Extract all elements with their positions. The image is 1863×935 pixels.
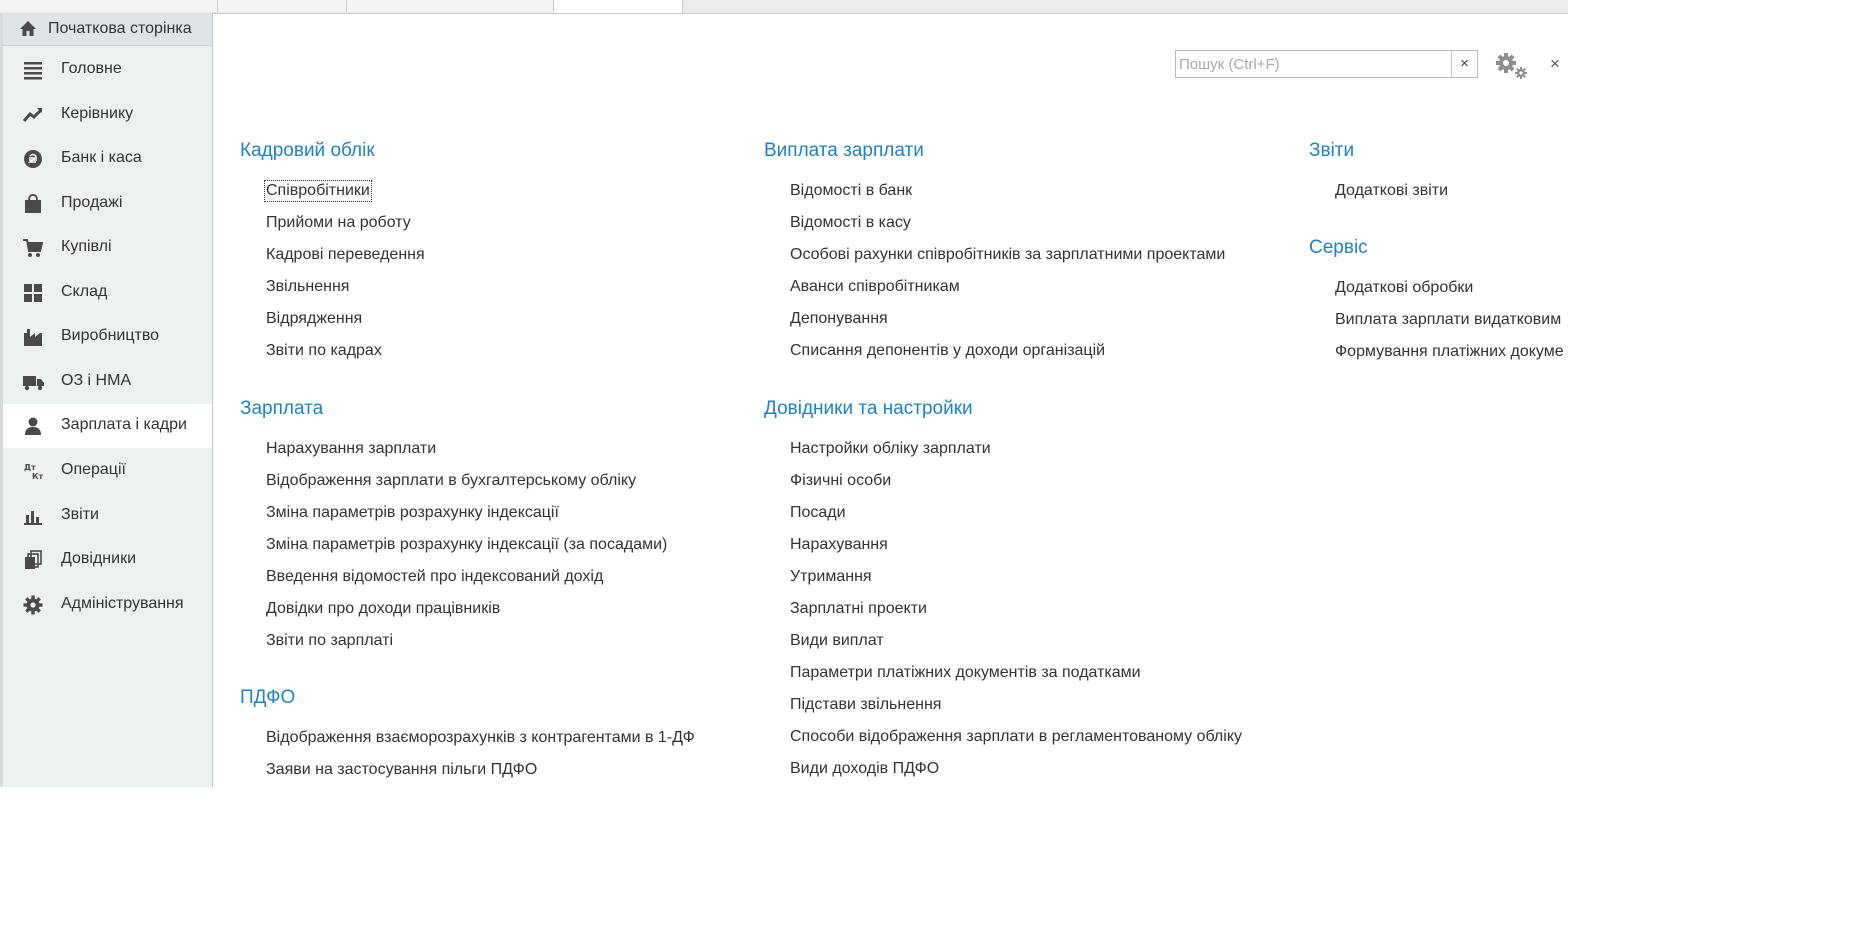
sidebar-item-main[interactable]: Головне [3,48,212,92]
trend-chart-icon [22,105,43,125]
link-payment-docs-generation[interactable]: Формування платіжних докуме [1335,343,1564,361]
sidebar-item-label: Виробництво [61,327,160,344]
sidebar-item-label: Продажі [61,194,123,211]
link-indexation-params[interactable]: Зміна параметрів розрахунку індексації [266,504,559,522]
factory-icon [23,327,43,347]
sidebar-item-label: Звіти [61,506,99,523]
shopping-cart-icon [23,238,44,258]
svg-text:Дт: Дт [24,463,36,472]
sidebar-item-bank[interactable]: Банк і каса [3,137,212,181]
books-icon [23,550,43,570]
shopping-bag-icon [23,194,43,214]
home-icon [19,20,37,38]
sidebar-item-salary-hr[interactable]: Зарплата і кадри [3,404,212,448]
open-tab-2[interactable] [218,0,347,12]
open-tab-1[interactable] [0,0,218,12]
sidebar-item-label: ОЗ і НМА [61,372,132,389]
debit-credit-icon: Дт Кт [23,461,44,481]
link-salary-reports[interactable]: Звіти по зарплаті [266,632,393,650]
warehouse-grid-icon [23,283,43,303]
sidebar-item-label: Операції [61,461,126,478]
link-income-certificates[interactable]: Довідки про доходи працівників [266,600,500,618]
link-personnel-reports[interactable]: Звіти по кадрах [266,342,382,360]
sidebar-item-label: Адміністрування [61,595,184,612]
sidebar-item-warehouse[interactable]: Склад [3,271,212,315]
link-employees[interactable]: Співробітники [264,180,372,202]
menu-lines-icon [23,60,43,80]
section-title-payout: Виплата зарплати [764,140,924,161]
sidebar-item-operations[interactable]: Дт Кт Операції [3,449,212,493]
link-cash-statements[interactable]: Відомості в касу [790,214,911,232]
section-title-personnel: Кадровий облік [240,140,375,161]
settings-gear-icon[interactable] [1494,51,1530,81]
sidebar-item-purchases[interactable]: Купівлі [3,226,212,270]
link-accruals[interactable]: Нарахування [790,536,888,554]
sidebar-item-administration[interactable]: Адміністрування [3,583,212,627]
link-advances[interactable]: Аванси співробітникам [790,278,960,296]
link-deposition[interactable]: Депонування [790,310,888,328]
open-tab-4[interactable] [554,0,683,13]
link-salary-accounting[interactable]: Відображення зарплати в бухгалтерському … [266,472,636,490]
sidebar-item-label: Купівлі [61,238,112,255]
link-personal-accounts[interactable]: Особові рахунки співробітників за зарпла… [790,246,1225,264]
link-indexation-params-positions[interactable]: Зміна параметрів розрахунку індексації (… [266,536,667,554]
link-additional-reports[interactable]: Додаткові звіти [1335,182,1448,200]
sidebar-item-home-label: Початкова сторінка [48,20,192,37]
sidebar-item-reports[interactable]: Звіти [3,494,212,538]
sidebar-item-label: Склад [61,283,108,300]
link-bank-statements[interactable]: Відомості в банк [790,182,912,200]
sidebar-item-label: Довідники [61,550,137,567]
sidebar-item-fixed-assets[interactable]: ОЗ і НМА [3,360,212,404]
link-pdfo-benefit-claims[interactable]: Заяви на застосування пільги ПДФО [266,761,537,779]
link-pdfo-income-types[interactable]: Види доходів ПДФО [790,760,939,778]
bar-chart-icon [23,506,43,526]
link-dismissals[interactable]: Звільнення [266,278,349,296]
link-salary-accrual[interactable]: Нарахування зарплати [266,440,436,458]
person-icon [23,416,43,436]
link-payment-types[interactable]: Види виплат [790,632,884,650]
sidebar-item-production[interactable]: Виробництво [3,315,212,359]
open-tab-3[interactable] [347,0,554,12]
link-individuals[interactable]: Фізичні особи [790,472,891,490]
link-additional-processing[interactable]: Додаткові обробки [1335,279,1473,297]
sidebar-item-sales[interactable]: Продажі [3,182,212,226]
link-salary-payout-expense[interactable]: Виплата зарплати видатковим [1335,311,1561,329]
sidebar-item-home[interactable]: Початкова сторінка [3,13,212,46]
link-transfers[interactable]: Кадрові переведення [266,246,425,264]
svg-text:Кт: Кт [32,472,44,481]
link-indexed-income[interactable]: Введення відомостей про індексований дох… [266,568,603,586]
link-hirings[interactable]: Прийоми на роботу [266,214,411,232]
link-salary-reflection-methods[interactable]: Способи відображення зарплати в регламен… [790,728,1242,746]
section-title-directories: Довідники та настройки [764,398,973,419]
section-title-service: Сервіс [1309,237,1368,258]
section-title-salary: Зарплата [240,398,324,419]
link-tax-payment-params[interactable]: Параметри платіжних документів за податк… [790,664,1141,682]
search-box: × [1175,50,1478,78]
link-salary-projects[interactable]: Зарплатні проекти [790,600,927,618]
tab-strip [0,0,1568,14]
hryvnia-coin-icon [23,149,43,169]
close-icon[interactable]: × [1550,55,1564,73]
link-dismissal-grounds[interactable]: Підстави звільнення [790,696,941,714]
link-deductions[interactable]: Утримання [790,568,872,586]
sidebar-item-label: Банк і каса [61,149,142,166]
search-input[interactable] [1179,54,1447,74]
link-deponent-writeoff[interactable]: Списання депонентів у доходи організацій [790,342,1105,360]
sidebar-item-label: Керівнику [61,105,134,122]
search-clear-button[interactable]: × [1451,51,1477,77]
gear-icon [23,595,43,615]
sidebar-item-manager[interactable]: Керівнику [3,93,212,137]
sidebar-item-directories[interactable]: Довідники [3,538,212,582]
link-1df-settlements[interactable]: Відображення взаєморозрахунків з контраг… [266,729,695,747]
sidebar-item-label: Головне [61,60,122,77]
section-title-reports: Звіти [1309,140,1355,161]
link-salary-settings[interactable]: Настройки обліку зарплати [790,440,991,458]
sidebar-item-label: Зарплата і кадри [61,416,187,433]
truck-icon [23,372,44,392]
link-positions[interactable]: Посади [790,504,846,522]
link-business-trips[interactable]: Відрядження [266,310,362,328]
sidebar: Початкова сторінка Головне Керівнику Бан… [0,13,213,787]
section-title-pdfo: ПДФО [240,687,296,708]
